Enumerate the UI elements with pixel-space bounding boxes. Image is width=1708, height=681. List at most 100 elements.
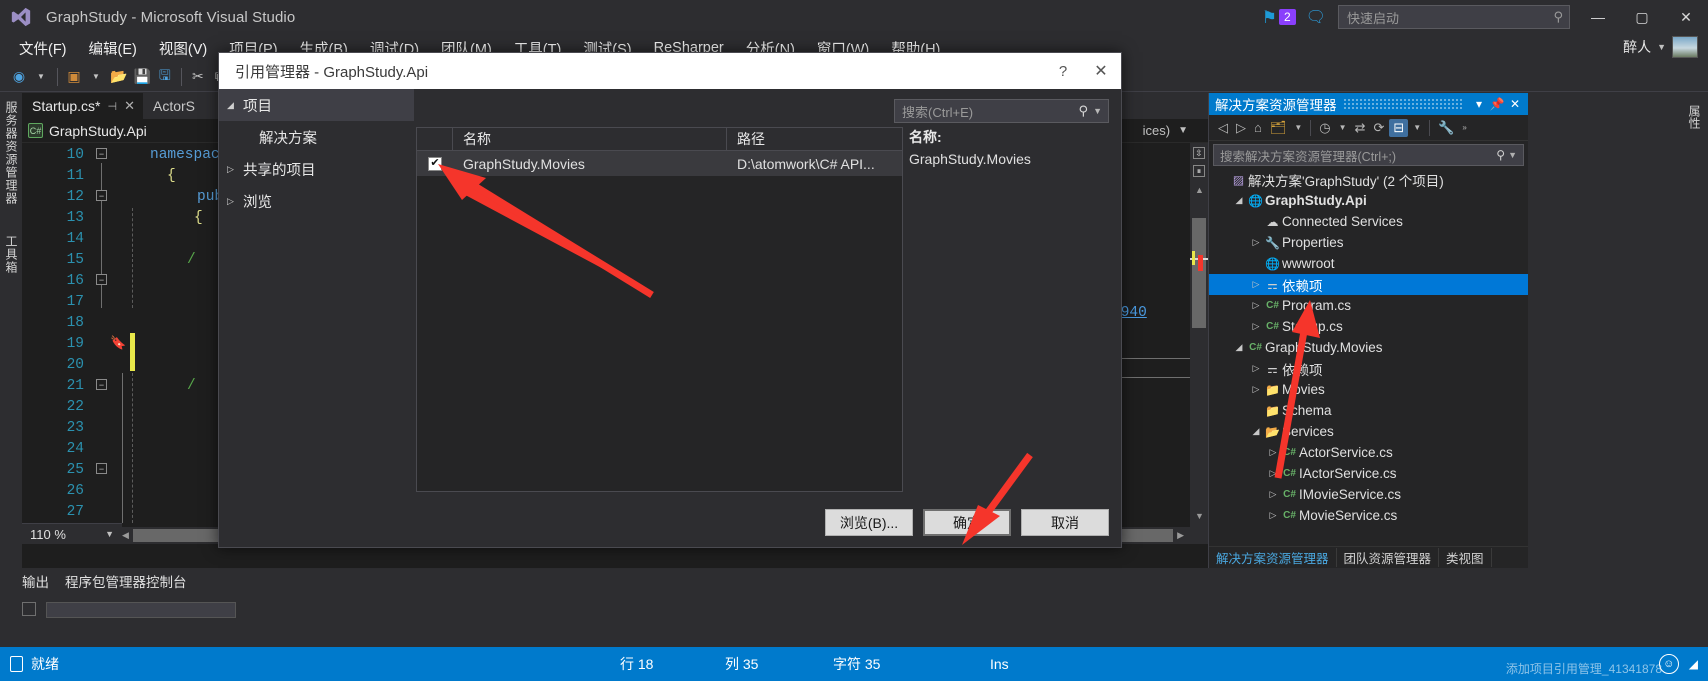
expand-icon[interactable]: ▷ [1249, 300, 1263, 311]
editor-tab-actorservice[interactable]: ActorS [142, 93, 203, 119]
close-button[interactable]: ✕ [1664, 0, 1708, 34]
pin-icon[interactable]: ⊣ [107, 100, 117, 113]
feedback-icon[interactable]: 🗨 [1306, 7, 1326, 27]
tab-team-explorer[interactable]: 团队资源管理器 [1337, 548, 1440, 567]
expand-icon[interactable]: ▷ [1266, 510, 1280, 521]
navigate-backward-dropdown-icon[interactable]: ▼ [30, 65, 52, 89]
cancel-button[interactable]: 取消 [1021, 509, 1109, 536]
expand-collapse-icon[interactable]: ◢ [1232, 342, 1246, 353]
resize-grip-icon[interactable]: ◢ [1689, 657, 1698, 671]
open-file-icon[interactable]: 📂 [107, 65, 130, 89]
maximize-button[interactable]: ▢ [1620, 0, 1664, 34]
chevron-down-icon[interactable]: ▼ [1291, 123, 1305, 132]
dialog-nav-projects[interactable]: ◢ 项目 [219, 89, 414, 121]
tree-item-movieservice-cs[interactable]: ▷ C# MovieService.cs [1209, 505, 1528, 526]
tab-output[interactable]: 输出 [22, 571, 49, 591]
tree-item-properties[interactable]: ▷ 🔧 Properties [1209, 232, 1528, 253]
breadcrumb-member-group[interactable]: ices) ▼ [1143, 123, 1188, 138]
home-icon[interactable]: ⌂ [1251, 120, 1265, 135]
browse-button[interactable]: 浏览(B)... [825, 509, 913, 536]
new-project-dropdown-icon[interactable]: ▼ [85, 65, 107, 89]
chevron-down-icon[interactable]: ▼ [1336, 123, 1350, 132]
fold-toggle-icon[interactable]: − [96, 463, 107, 474]
navigate-backward-icon[interactable]: ◉ [8, 65, 30, 89]
dialog-nav-solution[interactable]: 解决方案 [219, 121, 414, 153]
account-group[interactable]: 醉人 ▼ [1623, 36, 1698, 58]
sidebar-tab-server-explorer[interactable]: 服务器资源管理器 [0, 93, 23, 213]
expand-icon[interactable]: ▷ [1266, 468, 1280, 479]
panel-input[interactable] [46, 602, 236, 618]
tree-item-wwwroot[interactable]: 🌐 wwwroot [1209, 253, 1528, 274]
tree-item-schema[interactable]: 📁 Schema [1209, 400, 1528, 421]
close-icon[interactable]: ✕ [124, 98, 135, 114]
tab-solution-explorer[interactable]: 解决方案资源管理器 [1209, 548, 1337, 567]
new-folder-icon[interactable]: 🗂 [1267, 120, 1290, 136]
collapse-all-icon[interactable]: ⊟ [1389, 118, 1409, 137]
back-icon[interactable]: ◁ [1215, 120, 1231, 136]
scroll-left-arrow-icon[interactable]: ◀ [122, 530, 129, 541]
pin-icon[interactable]: 📌 [1488, 97, 1506, 111]
tree-item-iactorservice-cs[interactable]: ▷ C# IActorService.cs [1209, 463, 1528, 484]
tree-item-graphstudy-movies[interactable]: ◢ C# GraphStudy.Movies [1209, 337, 1528, 358]
dialog-nav-shared-projects[interactable]: ▷ 共享的项目 [219, 153, 414, 185]
editor-tab-startup-cs[interactable]: Startup.cs* ⊣ ✕ [22, 93, 143, 119]
solution-tree[interactable]: ▨ 解决方案'GraphStudy' (2 个项目) ◢ 🌐 GraphStudy.Ap… [1209, 169, 1528, 529]
expand-collapse-icon[interactable]: ◢ [1249, 426, 1263, 437]
sidebar-tab-toolbox[interactable]: 工具箱 [0, 227, 23, 282]
row-checkbox-cell[interactable]: ✔ [417, 156, 453, 171]
checkbox-checked-icon[interactable]: ✔ [428, 156, 442, 171]
chevron-down-icon[interactable]: ▼ [1508, 150, 1517, 160]
scroll-right-arrow-icon[interactable]: ▶ [1177, 530, 1184, 541]
menu-item-file[interactable]: 文件(F) [8, 35, 78, 62]
expand-icon[interactable]: ▷ [1249, 384, 1263, 395]
expand-collapse-icon[interactable]: ◢ [1232, 195, 1246, 206]
expand-icon[interactable]: ▷ [1266, 447, 1280, 458]
fold-toggle-icon[interactable]: − [96, 379, 107, 390]
ok-button[interactable]: 确定 [923, 509, 1011, 536]
menu-item-view[interactable]: 视图(V) [148, 35, 218, 62]
dialog-close-button[interactable]: ✕ [1081, 61, 1121, 81]
tab-class-view[interactable]: 类视图 [1439, 548, 1492, 567]
scroll-up-arrow-icon[interactable]: ▲ [1195, 185, 1204, 195]
tree-item-graphstudy-2[interactable]: ▨ 解决方案'GraphStudy' (2 个项目) [1209, 169, 1528, 190]
fold-toggle-icon[interactable]: − [96, 190, 107, 201]
cut-icon[interactable]: ✂ [187, 65, 209, 89]
tree-item-[interactable]: ▷ ⚎ 依赖项 [1209, 274, 1528, 295]
fold-toggle-icon[interactable]: − [96, 274, 107, 285]
tree-item-imovieservice-cs[interactable]: ▷ C# IMovieService.cs [1209, 484, 1528, 505]
dialog-search-input[interactable]: 搜索(Ctrl+E) ⚲ ▼ [894, 99, 1109, 123]
menu-item-edit[interactable]: 编辑(E) [78, 35, 148, 62]
dialog-nav-browse[interactable]: ▷ 浏览 [219, 185, 414, 217]
chevron-down-icon[interactable]: ▼ [1093, 106, 1102, 116]
properties-icon[interactable]: 🔧 [1435, 120, 1457, 136]
tree-item-graphstudy-api[interactable]: ◢ 🌐 GraphStudy.Api [1209, 190, 1528, 211]
chevron-down-icon[interactable]: ▼ [1410, 123, 1424, 132]
scroll-split-icon[interactable]: ⇳ [1193, 147, 1205, 159]
dialog-project-list[interactable]: 名称 路径 ✔ GraphStudy.Movies D:\atomwork\C#… [416, 127, 903, 492]
tree-item-startup-cs[interactable]: ▷ C# Startup.cs [1209, 316, 1528, 337]
send-feedback-icon[interactable]: ☺ [1658, 654, 1679, 674]
notification-flag-button[interactable]: ⚑ 2 [1262, 9, 1296, 26]
expand-icon[interactable]: ▷ [1249, 237, 1263, 248]
quick-launch-input[interactable]: 快速启动 ⚲ [1338, 5, 1570, 29]
save-icon[interactable]: 💾 [130, 65, 153, 89]
expand-icon[interactable]: ▷ [1249, 363, 1263, 374]
drag-handle[interactable] [1342, 99, 1464, 109]
chevron-down-icon[interactable]: ▾ [1470, 97, 1488, 111]
refresh-icon[interactable]: ⟳ [1370, 120, 1387, 136]
table-row[interactable]: ✔ GraphStudy.Movies D:\atomwork\C# API..… [417, 151, 902, 176]
close-icon[interactable]: ✕ [1506, 97, 1524, 111]
pending-changes-icon[interactable]: ◷ [1316, 120, 1333, 136]
tree-item-connected-services[interactable]: ☁ Connected Services [1209, 211, 1528, 232]
solution-explorer-search-input[interactable]: 搜索解决方案资源管理器(Ctrl+;) ⚲ ▼ [1213, 144, 1524, 166]
tree-item-program-cs[interactable]: ▷ C# Program.cs [1209, 295, 1528, 316]
sidebar-tab-properties[interactable]: 属性 [1683, 97, 1706, 137]
expand-icon[interactable]: ▷ [1249, 321, 1263, 332]
avatar[interactable] [1672, 36, 1698, 58]
tree-item-movies[interactable]: ▷ 📁 Movies [1209, 379, 1528, 400]
scroll-thumb[interactable] [1192, 218, 1206, 328]
help-button[interactable]: ? [1045, 63, 1081, 80]
scroll-down-arrow-icon[interactable]: ▼ [1195, 511, 1204, 521]
tree-item-[interactable]: ▷ ⚎ 依赖项 [1209, 358, 1528, 379]
expand-icon[interactable]: ▷ [1266, 489, 1280, 500]
